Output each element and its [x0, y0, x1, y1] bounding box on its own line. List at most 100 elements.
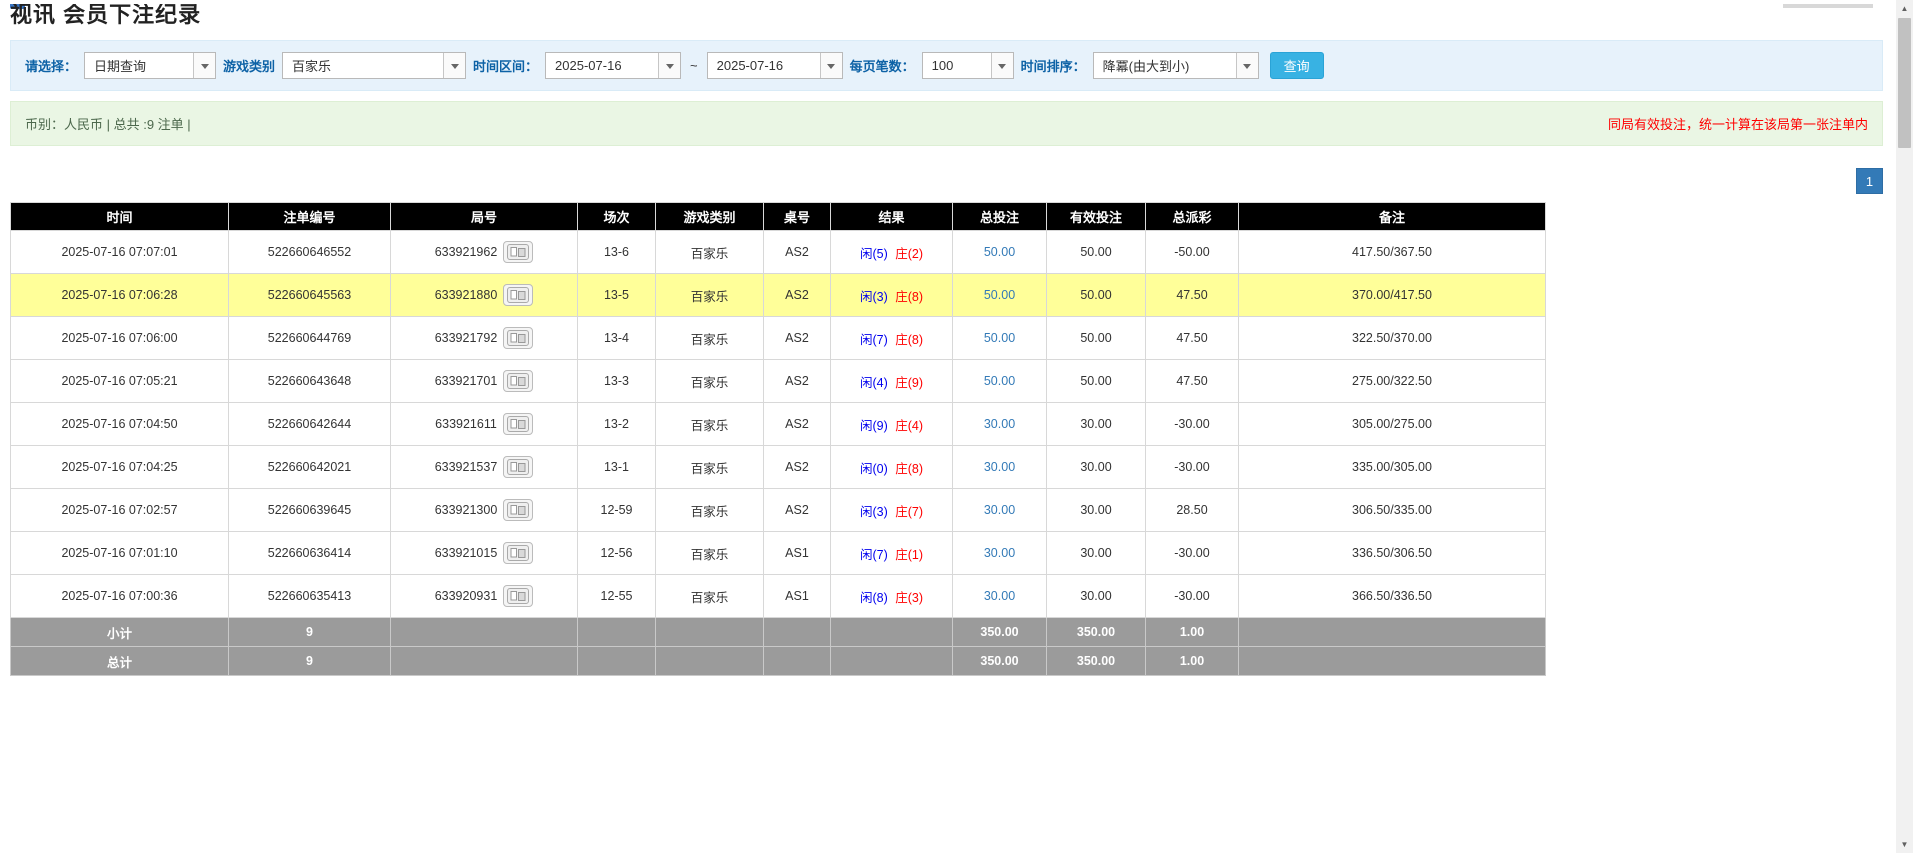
total-bet-link[interactable]: 50.00: [984, 331, 1015, 345]
result-player: 闲(9): [860, 419, 888, 433]
result-banker: 庄(9): [895, 376, 923, 390]
cell-table-no: AS2: [764, 360, 831, 403]
page-1-button[interactable]: 1: [1856, 168, 1883, 194]
game-type-value: 百家乐: [283, 53, 443, 78]
cell-bet-no: 522660642021: [229, 446, 391, 489]
total-bet-link[interactable]: 50.00: [984, 288, 1015, 302]
view-cards-button[interactable]: [503, 241, 533, 263]
cell-payout: 47.50: [1146, 274, 1239, 317]
empty-cell: [656, 618, 764, 647]
empty-cell: [578, 647, 656, 676]
cell-payout: -30.00: [1146, 532, 1239, 575]
cell-valid-bet: 30.00: [1047, 489, 1146, 532]
chevron-down-icon[interactable]: [443, 53, 465, 78]
cell-bet-no: 522660635413: [229, 575, 391, 618]
cell-round: 633921880: [391, 274, 578, 317]
view-cards-button[interactable]: [503, 370, 533, 392]
view-cards-button[interactable]: [503, 585, 533, 607]
table-row: 2025-07-16 07:06:28 522660645563 6339218…: [11, 274, 1546, 317]
cell-round: 633920931: [391, 575, 578, 618]
date-to-value: 2025-07-16: [708, 53, 820, 78]
cell-session: 13-5: [578, 274, 656, 317]
chevron-down-icon[interactable]: [193, 53, 215, 78]
cell-game: 百家乐: [656, 532, 764, 575]
result-player: 闲(8): [860, 591, 888, 605]
result-player: 闲(5): [860, 247, 888, 261]
empty-cell: [578, 618, 656, 647]
cell-remark: 370.00/417.50: [1239, 274, 1546, 317]
cell-time: 2025-07-16 07:00:36: [11, 575, 229, 618]
cell-game: 百家乐: [656, 360, 764, 403]
view-cards-button[interactable]: [503, 327, 533, 349]
total-bet-link[interactable]: 50.00: [984, 245, 1015, 259]
chevron-down-icon[interactable]: [1236, 53, 1258, 78]
page-size-combobox[interactable]: 100: [922, 52, 1014, 79]
result-player: 闲(7): [860, 548, 888, 562]
result-player: 闲(4): [860, 376, 888, 390]
cell-remark: 336.50/306.50: [1239, 532, 1546, 575]
cell-valid-bet: 50.00: [1047, 274, 1146, 317]
header-bet-no: 注单编号: [229, 203, 391, 231]
cell-remark: 322.50/370.00: [1239, 317, 1546, 360]
cell-total-bet: 50.00: [953, 360, 1047, 403]
empty-cell: [764, 618, 831, 647]
round-wrap: 633921300: [435, 499, 534, 521]
sort-order-combobox[interactable]: 降冪(由大到小): [1093, 52, 1259, 79]
total-bet-link[interactable]: 30.00: [984, 417, 1015, 431]
scrollbar-thumb[interactable]: [1898, 18, 1911, 148]
view-cards-button[interactable]: [503, 284, 533, 306]
cell-payout: -30.00: [1146, 403, 1239, 446]
chevron-down-icon[interactable]: [991, 53, 1013, 78]
cell-game: 百家乐: [656, 403, 764, 446]
cell-remark: 275.00/322.50: [1239, 360, 1546, 403]
cell-table-no: AS2: [764, 403, 831, 446]
view-cards-button[interactable]: [503, 456, 533, 478]
cell-session: 12-56: [578, 532, 656, 575]
game-type-combobox[interactable]: 百家乐: [282, 52, 466, 79]
date-from-combobox[interactable]: 2025-07-16: [545, 52, 681, 79]
cell-bet-no: 522660645563: [229, 274, 391, 317]
cell-remark: 417.50/367.50: [1239, 231, 1546, 274]
cell-round-no: 633921300: [435, 503, 498, 517]
cell-total-bet: 30.00: [953, 489, 1047, 532]
total-bet-link[interactable]: 30.00: [984, 589, 1015, 603]
cell-time: 2025-07-16 07:02:57: [11, 489, 229, 532]
empty-cell: [1239, 618, 1546, 647]
cell-time: 2025-07-16 07:06:00: [11, 317, 229, 360]
view-cards-button[interactable]: [503, 542, 533, 564]
cell-session: 13-4: [578, 317, 656, 360]
total-bet-link[interactable]: 30.00: [984, 460, 1015, 474]
cell-session: 13-6: [578, 231, 656, 274]
result-banker: 庄(8): [895, 333, 923, 347]
total-bet-link[interactable]: 30.00: [984, 546, 1015, 560]
date-to-combobox[interactable]: 2025-07-16: [707, 52, 843, 79]
valid-bet-notice: 同局有效投注，统一计算在该局第一张注单内: [1608, 114, 1868, 133]
header-valid-bet: 有效投注: [1047, 203, 1146, 231]
scroll-up-icon[interactable]: ▲: [1896, 0, 1913, 17]
chevron-down-icon[interactable]: [820, 53, 842, 78]
cell-valid-bet: 50.00: [1047, 317, 1146, 360]
total-bet-link[interactable]: 50.00: [984, 374, 1015, 388]
view-cards-button[interactable]: [503, 499, 533, 521]
date-type-combobox[interactable]: 日期查询: [84, 52, 216, 79]
view-cards-button[interactable]: [503, 413, 533, 435]
cell-round-no: 633921792: [435, 331, 498, 345]
cell-round-no: 633921537: [435, 460, 498, 474]
scroll-down-icon[interactable]: ▼: [1896, 836, 1913, 853]
vertical-scrollbar[interactable]: ▲ ▼: [1896, 0, 1913, 853]
cell-time: 2025-07-16 07:05:21: [11, 360, 229, 403]
total-row: 总计 9 350.00 350.00 1.00: [11, 647, 1546, 676]
cell-table-no: AS2: [764, 231, 831, 274]
table-body: 2025-07-16 07:07:01 522660646552 6339219…: [11, 231, 1546, 618]
cell-total-bet: 50.00: [953, 274, 1047, 317]
chevron-down-icon[interactable]: [658, 53, 680, 78]
total-bet-link[interactable]: 30.00: [984, 503, 1015, 517]
cell-valid-bet: 30.00: [1047, 532, 1146, 575]
query-button[interactable]: 查询: [1270, 52, 1324, 79]
cell-result: 闲(3) 庄(8): [831, 274, 953, 317]
header-total-bet: 总投注: [953, 203, 1047, 231]
cell-session: 12-55: [578, 575, 656, 618]
cell-result: 闲(3) 庄(7): [831, 489, 953, 532]
cell-remark: 335.00/305.00: [1239, 446, 1546, 489]
cell-time: 2025-07-16 07:04:50: [11, 403, 229, 446]
